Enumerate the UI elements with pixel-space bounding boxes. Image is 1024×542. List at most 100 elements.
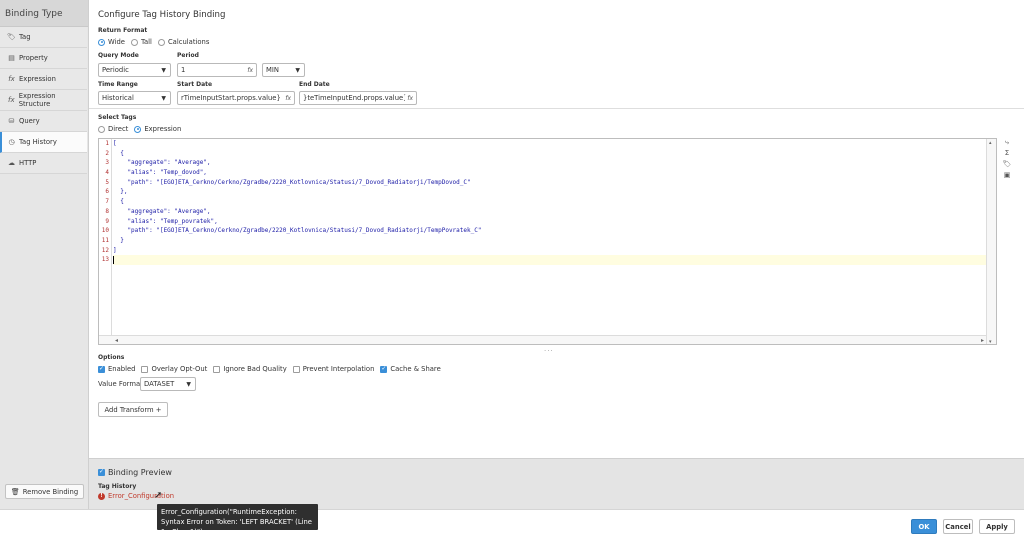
sidebar-item-expression-structure[interactable]: fx Expression Structure (0, 90, 87, 111)
preview-binding-type: Tag History (98, 483, 137, 490)
line-number: 1 (105, 140, 109, 147)
radio-tall[interactable]: Tall (130, 38, 152, 46)
line-number: 9 (105, 217, 109, 225)
binding-preview-title: Binding Preview (108, 468, 172, 477)
input-value: }teTimeInputEnd.props.value} (303, 94, 408, 102)
checkbox-label: Enabled (108, 365, 136, 373)
checkbox-overlay-opt-out[interactable]: Overlay Opt-Out (141, 365, 207, 373)
insert-property-icon[interactable]: ⤷ (1001, 138, 1013, 149)
radio-indicator[interactable] (157, 38, 165, 46)
fx-icon[interactable]: fx (283, 95, 291, 102)
select-tags-radios: Direct Expression (98, 125, 187, 133)
dialog-footer: OK Cancel Apply (0, 509, 1024, 542)
chevron-down-icon: ▼ (161, 95, 166, 102)
trash-icon: 🗑 (10, 487, 20, 496)
radio-calculations[interactable]: Calculations (157, 38, 210, 46)
fx-icon[interactable]: fx (245, 67, 253, 74)
sidebar-item-query[interactable]: ⛁ Query (0, 111, 87, 132)
vertical-scrollbar[interactable]: ▴ ▾ (986, 139, 996, 344)
line-number: 12 (101, 246, 109, 254)
select-value: Historical (102, 94, 134, 102)
radio-wide[interactable]: Wide (98, 38, 125, 46)
input-value: rTimeInputStart.props.value} (181, 94, 281, 102)
line-number: 6 (105, 188, 109, 196)
line-number: 7 (105, 198, 109, 206)
tag-icon: 🏷 (7, 33, 16, 41)
tag-expression-editor[interactable]: 1 2 3 4 5 6 7 8 9 10 11 12 13 [ { "aggre… (98, 138, 997, 345)
checkbox-enabled[interactable]: Enabled (98, 365, 135, 373)
end-date-input[interactable]: }teTimeInputEnd.props.value} fx (299, 91, 417, 105)
checkbox-box[interactable] (98, 468, 105, 476)
cancel-button[interactable]: Cancel (943, 519, 973, 534)
database-icon: ⛁ (8, 117, 15, 125)
checkbox-cache-share[interactable]: Cache & Share (380, 365, 441, 373)
radio-label: Expression (144, 125, 182, 133)
end-date-label: End Date (299, 81, 330, 88)
radio-direct[interactable]: Direct (98, 125, 128, 133)
binding-preview-toggle[interactable]: Binding Preview (98, 468, 172, 477)
line-number: 2 (105, 149, 109, 157)
ok-button[interactable]: OK (911, 519, 937, 534)
start-date-input[interactable]: rTimeInputStart.props.value} fx (177, 91, 295, 105)
tag-icon[interactable]: 🏷 (1001, 160, 1013, 171)
radio-indicator[interactable] (98, 38, 105, 46)
radio-label: Direct (108, 125, 129, 133)
checkbox-label: Prevent Interpolation (302, 365, 375, 373)
options-checkboxes: Enabled Overlay Opt-Out Ignore Bad Quali… (98, 365, 447, 373)
resize-grip[interactable]: ··· (544, 347, 554, 355)
binding-preview: Binding Preview Tag History ! Error_Conf… (89, 458, 1024, 509)
sidebar-item-label: Expression (19, 75, 56, 83)
checkbox-box[interactable] (292, 365, 300, 373)
sidebar-item-http[interactable]: ☁ HTTP (0, 153, 87, 174)
chevron-down-icon: ▼ (161, 67, 166, 74)
code-line: }, (113, 188, 128, 196)
line-number: 4 (105, 169, 109, 177)
code-area[interactable]: [ { "aggregate": "Average", "alias": "Te… (113, 139, 986, 265)
code-line: "alias": "Temp_dovod", (113, 169, 207, 177)
scroll-up-icon[interactable]: ▴ (989, 140, 992, 146)
checkbox-box[interactable] (213, 365, 221, 373)
value-format-select[interactable]: DATASET ▼ (140, 377, 196, 391)
sidebar-item-tag[interactable]: 🏷 Tag (0, 27, 87, 48)
binding-type-sidebar: Binding Type 🏷 Tag ▤ Property fx Express… (0, 0, 89, 509)
code-line: { (113, 149, 124, 157)
browse-icon[interactable]: ▣ (1001, 171, 1013, 182)
time-range-select[interactable]: Historical ▼ (98, 91, 171, 105)
radio-label: Tall (140, 38, 152, 46)
checkbox-prevent-interpolation[interactable]: Prevent Interpolation (292, 365, 375, 373)
checkbox-ignore-bad-quality[interactable]: Ignore Bad Quality (213, 365, 287, 373)
radio-label: Wide (108, 38, 125, 46)
sidebar-item-label: Tag History (19, 138, 57, 146)
radio-expression[interactable]: Expression (134, 125, 181, 133)
sidebar-item-expression[interactable]: fx Expression (0, 69, 87, 90)
horizontal-scrollbar[interactable]: ◂ ▸ (99, 335, 986, 344)
add-transform-button[interactable]: Add Transform + (98, 402, 168, 417)
input-value: 1 (181, 66, 186, 74)
sidebar-item-tag-history[interactable]: ◷ Tag History (0, 132, 87, 153)
remove-binding-button[interactable]: 🗑 Remove Binding (5, 484, 84, 499)
period-input[interactable]: 1 fx (177, 63, 257, 77)
checkbox-box[interactable] (98, 365, 105, 373)
preview-error[interactable]: ! Error_Configuration (98, 492, 174, 500)
period-unit-select[interactable]: MIN ▼ (262, 63, 305, 77)
time-range-label: Time Range (98, 81, 138, 88)
sidebar-item-property[interactable]: ▤ Property (0, 48, 87, 69)
query-mode-select[interactable]: Periodic ▼ (98, 63, 171, 77)
fx-icon[interactable]: fx (405, 95, 413, 102)
scroll-left-icon[interactable]: ◂ (115, 337, 118, 344)
radio-label: Calculations (167, 38, 210, 46)
select-value: DATASET (144, 380, 175, 388)
fx-icon: fx (8, 75, 15, 83)
scroll-right-icon[interactable]: ▸ (981, 337, 984, 344)
radio-indicator[interactable] (98, 125, 105, 133)
checkbox-box[interactable] (141, 365, 149, 373)
return-format-radios: Wide Tall Calculations (98, 38, 215, 46)
sigma-icon[interactable]: Σ (1001, 149, 1013, 160)
code-line: ] (113, 246, 117, 254)
checkbox-box[interactable] (380, 365, 388, 373)
scroll-down-icon[interactable]: ▾ (989, 339, 992, 344)
apply-button[interactable]: Apply (979, 519, 1015, 534)
radio-indicator[interactable] (134, 125, 142, 133)
checkbox-label: Ignore Bad Quality (223, 365, 287, 373)
radio-indicator[interactable] (130, 38, 138, 46)
